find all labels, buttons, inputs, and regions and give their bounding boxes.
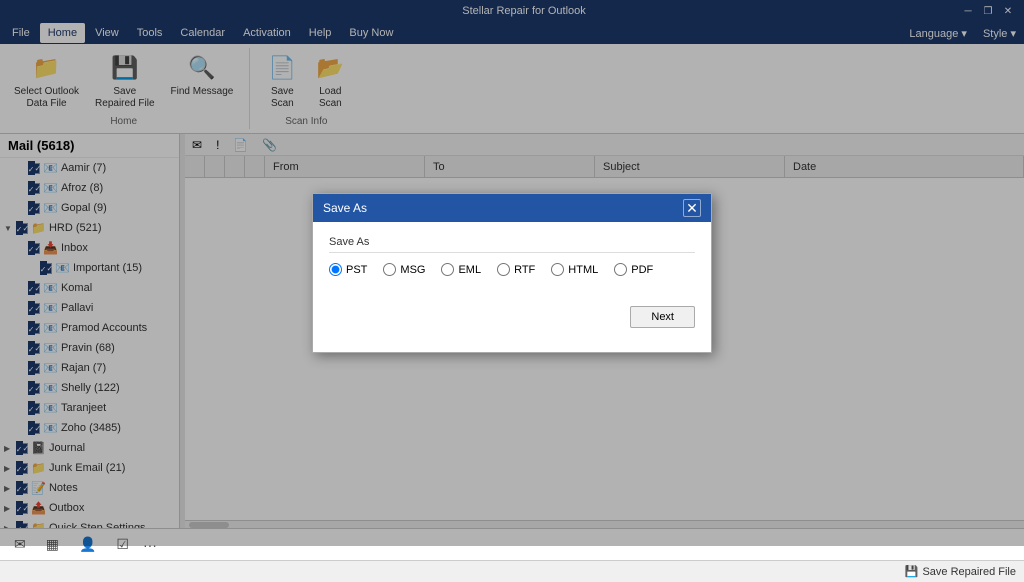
modal-footer: Next xyxy=(313,300,711,340)
modal-title: Save As xyxy=(323,201,367,215)
radio-rtf[interactable]: RTF xyxy=(497,263,535,276)
save-repaired-icon: 💾 xyxy=(905,565,919,578)
radio-pst[interactable]: PST xyxy=(329,263,367,276)
radio-input-rtf[interactable] xyxy=(497,263,510,276)
radio-input-eml[interactable] xyxy=(441,263,454,276)
radio-pdf[interactable]: PDF xyxy=(614,263,653,276)
radio-input-msg[interactable] xyxy=(383,263,396,276)
radio-label-html: HTML xyxy=(568,264,598,276)
radio-label-rtf: RTF xyxy=(514,264,535,276)
modal-section-label: Save As xyxy=(329,236,695,253)
radio-label-eml: EML xyxy=(458,264,481,276)
radio-label-msg: MSG xyxy=(400,264,425,276)
status-bar: 💾 Save Repaired File xyxy=(0,560,1024,582)
modal-body: Save As PST MSG EML RTF xyxy=(313,222,711,300)
modal-titlebar: Save As ✕ xyxy=(313,194,711,222)
radio-input-pst[interactable] xyxy=(329,263,342,276)
modal-close-button[interactable]: ✕ xyxy=(683,199,701,217)
radio-html[interactable]: HTML xyxy=(551,263,598,276)
save-as-dialog: Save As ✕ Save As PST MSG EML xyxy=(312,193,712,353)
radio-eml[interactable]: EML xyxy=(441,263,481,276)
status-bar-right: 💾 Save Repaired File xyxy=(905,565,1016,578)
next-button[interactable]: Next xyxy=(630,306,695,328)
radio-input-html[interactable] xyxy=(551,263,564,276)
modal-radio-group: PST MSG EML RTF HTML xyxy=(329,263,695,276)
radio-input-pdf[interactable] xyxy=(614,263,627,276)
radio-msg[interactable]: MSG xyxy=(383,263,425,276)
radio-label-pdf: PDF xyxy=(631,264,653,276)
modal-overlay: Save As ✕ Save As PST MSG EML xyxy=(0,0,1024,546)
radio-label-pst: PST xyxy=(346,264,367,276)
save-repaired-label: Save Repaired File xyxy=(922,566,1016,578)
